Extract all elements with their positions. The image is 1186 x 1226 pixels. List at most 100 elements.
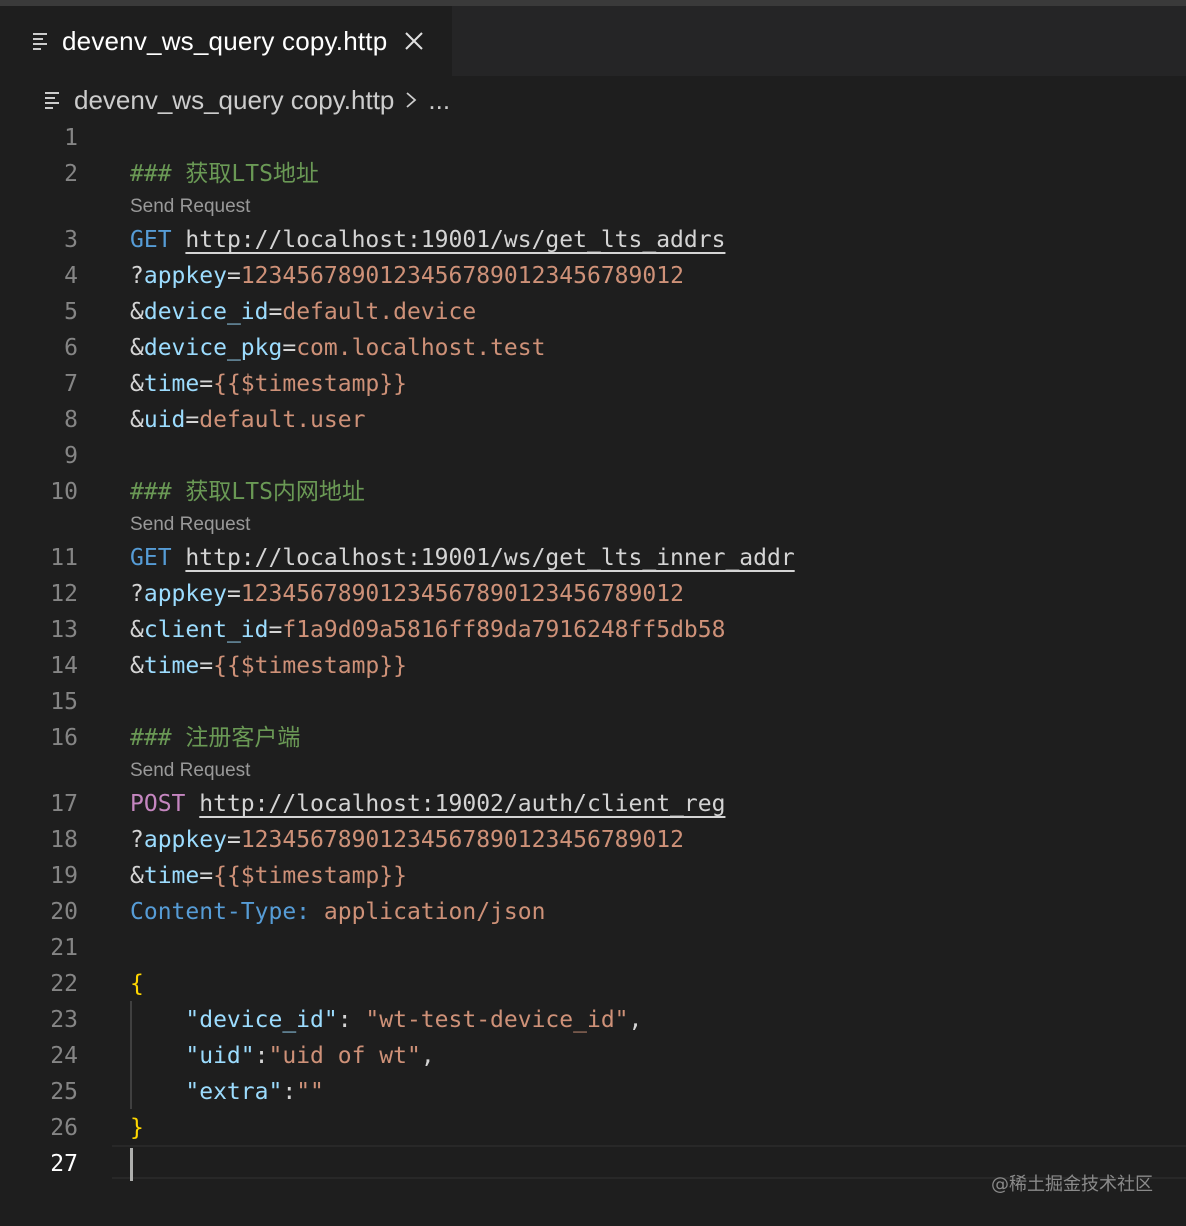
line-number: 9 xyxy=(64,443,78,469)
query-eq: = xyxy=(268,299,283,325)
send-request-link[interactable]: Send Request xyxy=(130,192,250,222)
line-number: 17 xyxy=(50,791,78,817)
line-number: 23 xyxy=(50,1007,78,1033)
code-line: 3 GET http://localhost:19001/ws/get_lts_… xyxy=(0,222,1186,258)
request-url[interactable]: http://localhost:19002/auth/client_reg xyxy=(199,791,725,817)
query-eq: = xyxy=(199,371,214,397)
close-icon[interactable] xyxy=(403,30,425,52)
query-prefix: & xyxy=(130,863,144,889)
line-number: 22 xyxy=(50,971,78,997)
json-value: "uid of wt" xyxy=(268,1043,421,1069)
query-eq: = xyxy=(226,263,241,289)
query-key: client_id xyxy=(143,617,269,643)
line-number: 2 xyxy=(64,161,78,187)
query-eq: = xyxy=(199,863,214,889)
query-prefix: ? xyxy=(130,827,144,853)
breadcrumb: devenv_ws_query copy.http ... xyxy=(44,82,450,118)
codelens-row: Send Request xyxy=(0,192,1186,222)
breadcrumb-file[interactable]: devenv_ws_query copy.http xyxy=(74,85,394,116)
line-number: 13 xyxy=(50,617,78,643)
query-key: time xyxy=(143,371,200,397)
json-value: "wt-test-device_id" xyxy=(365,1007,629,1033)
codelens-row: Send Request xyxy=(0,510,1186,540)
query-value: 12345678901234567890123456789012 xyxy=(240,827,684,853)
line-number: 21 xyxy=(50,935,78,961)
line-number: 18 xyxy=(50,827,78,853)
query-key: appkey xyxy=(143,263,227,289)
watermark: @稀土掘金技术社区 xyxy=(991,1174,1153,1195)
line-number: 24 xyxy=(50,1043,78,1069)
breadcrumb-more[interactable]: ... xyxy=(428,85,450,116)
query-value: {{$timestamp}} xyxy=(213,371,407,397)
query-key: appkey xyxy=(143,581,227,607)
query-prefix: & xyxy=(130,407,144,433)
query-prefix: & xyxy=(130,299,144,325)
code-line: 11 GET http://localhost:19001/ws/get_lts… xyxy=(0,540,1186,576)
code-line: 23 "device_id": "wt-test-device_id", xyxy=(0,1002,1186,1038)
chevron-right-icon xyxy=(406,92,417,108)
send-request-link[interactable]: Send Request xyxy=(130,756,250,786)
query-eq: = xyxy=(268,617,283,643)
line-number: 10 xyxy=(50,479,78,505)
code-line: 15 xyxy=(0,684,1186,720)
lines-file-icon xyxy=(33,33,47,50)
query-key: time xyxy=(143,863,200,889)
http-method: GET xyxy=(130,545,172,571)
header-name: Content-Type: xyxy=(130,899,311,925)
code-line: 22 { xyxy=(0,966,1186,1002)
query-eq: = xyxy=(226,827,241,853)
line-number: 1 xyxy=(64,125,78,151)
query-prefix: & xyxy=(130,617,144,643)
code-line: 7 &time={{$timestamp}} xyxy=(0,366,1186,402)
code-line: 2 ### 获取LTS地址 xyxy=(0,156,1186,192)
json-key: "device_id" xyxy=(185,1007,338,1033)
code-line: 24 "uid":"uid of wt", xyxy=(0,1038,1186,1074)
code-line: 20 Content-Type: application/json xyxy=(0,894,1186,930)
query-eq: = xyxy=(282,335,297,361)
json-comma: , xyxy=(420,1043,435,1069)
code-line: 26 } xyxy=(0,1110,1186,1146)
json-sep: : xyxy=(337,1007,366,1033)
line-number: 4 xyxy=(64,263,78,289)
query-eq: = xyxy=(199,653,214,679)
line-number: 5 xyxy=(64,299,78,325)
request-comment: ### 获取LTS地址 xyxy=(130,161,319,187)
query-value: f1a9d09a5816ff89da7916248ff5db58 xyxy=(282,617,726,643)
request-url[interactable]: http://localhost:19001/ws/get_lts_addrs xyxy=(185,227,725,253)
http-method: GET xyxy=(130,227,172,253)
code-line: 10 ### 获取LTS内网地址 xyxy=(0,474,1186,510)
code-editor[interactable]: 1 2 ### 获取LTS地址 Send Request 3 GET http:… xyxy=(0,120,1186,1182)
code-line: 18 ?appkey=12345678901234567890123456789… xyxy=(0,822,1186,858)
code-line: 1 xyxy=(0,120,1186,156)
query-prefix: & xyxy=(130,335,144,361)
query-value: com.localhost.test xyxy=(296,335,546,361)
query-key: device_pkg xyxy=(143,335,283,361)
line-number: 6 xyxy=(64,335,78,361)
header-value: application/json xyxy=(323,899,546,925)
code-line: 4 ?appkey=123456789012345678901234567890… xyxy=(0,258,1186,294)
line-number: 8 xyxy=(64,407,78,433)
query-key: time xyxy=(143,653,200,679)
tab-active-file[interactable]: devenv_ws_query copy.http xyxy=(0,6,452,76)
request-comment: ### 注册客户端 xyxy=(130,725,301,751)
tab-bar: devenv_ws_query copy.http xyxy=(0,6,1186,76)
line-number: 25 xyxy=(50,1079,78,1105)
query-value: default.device xyxy=(282,299,477,325)
code-line: 5 &device_id=default.device xyxy=(0,294,1186,330)
line-number: 14 xyxy=(50,653,78,679)
json-sep: : xyxy=(254,1043,269,1069)
line-number: 7 xyxy=(64,371,78,397)
line-number: 27 xyxy=(50,1151,78,1177)
code-line: 13 &client_id=f1a9d09a5816ff89da7916248f… xyxy=(0,612,1186,648)
query-value: 12345678901234567890123456789012 xyxy=(240,263,684,289)
code-line: 16 ### 注册客户端 xyxy=(0,720,1186,756)
query-value: {{$timestamp}} xyxy=(213,653,407,679)
code-line: 8 &uid=default.user xyxy=(0,402,1186,438)
code-line: 9 xyxy=(0,438,1186,474)
code-line: 21 xyxy=(0,930,1186,966)
line-number: 20 xyxy=(50,899,78,925)
line-number: 12 xyxy=(50,581,78,607)
query-prefix: ? xyxy=(130,581,144,607)
request-url[interactable]: http://localhost:19001/ws/get_lts_inner_… xyxy=(185,545,794,571)
send-request-link[interactable]: Send Request xyxy=(130,510,250,540)
